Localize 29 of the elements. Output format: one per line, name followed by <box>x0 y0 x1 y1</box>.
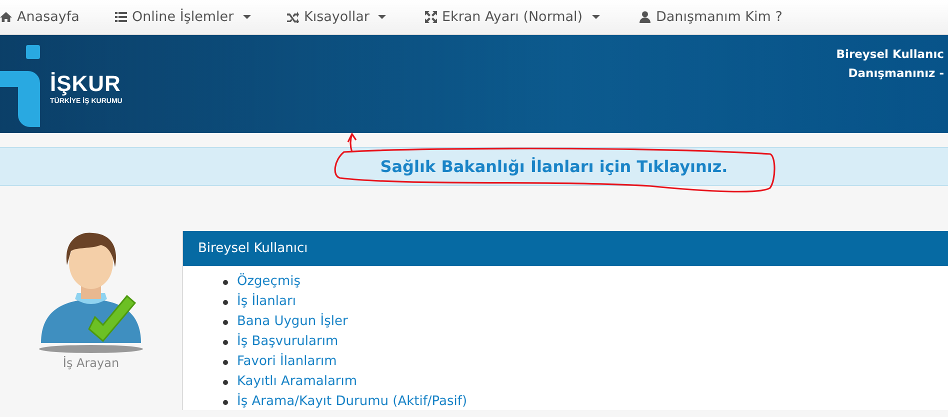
nav-menu-item[interactable]: Anasayfa <box>0 9 80 25</box>
bullet-icon <box>223 300 228 304</box>
menu-link[interactable]: Favori İlanlarım <box>237 354 337 370</box>
user-icon <box>639 11 651 23</box>
menu-link[interactable]: İş İlanları <box>237 294 296 310</box>
bullet-icon <box>223 360 228 364</box>
list-icon <box>115 11 127 23</box>
panel-title: Bireysel Kullanıcı <box>183 231 948 266</box>
menu-link[interactable]: İş Arama/Kayıt Durumu (Aktif/Pasif) <box>237 394 468 410</box>
home-icon <box>0 11 12 23</box>
caption-text: İş Arayan <box>62 356 120 370</box>
menu-link[interactable]: Bana Uygun İşler <box>237 314 348 330</box>
user-info-text: Danışmanınız - <box>848 66 944 80</box>
bullet-icon <box>223 380 228 384</box>
bullet-icon <box>223 280 228 284</box>
menu-link[interactable]: İş Başvurularım <box>237 334 338 350</box>
nav-menu-item[interactable]: Ekran Ayarı (Normal) <box>425 9 600 25</box>
bullet-icon <box>223 340 228 344</box>
menu-link[interactable]: Kayıtlı Aramalarım <box>237 374 358 390</box>
expand-icon <box>425 11 437 23</box>
nav-menu-item[interactable]: Kısayollar <box>287 9 386 25</box>
bullet-icon <box>223 400 228 404</box>
user-info-text: Bireysel Kullanıc <box>836 47 944 61</box>
logo-title: İŞKUR <box>50 71 122 97</box>
menu-link[interactable]: Özgeçmiş <box>237 274 301 290</box>
nav-menu-item[interactable]: Online İşlemler <box>115 9 251 25</box>
shuffle-icon <box>287 11 299 23</box>
bullet-icon <box>223 320 228 324</box>
nav-menu-item[interactable]: Danışmanım Kim ? <box>639 9 782 25</box>
